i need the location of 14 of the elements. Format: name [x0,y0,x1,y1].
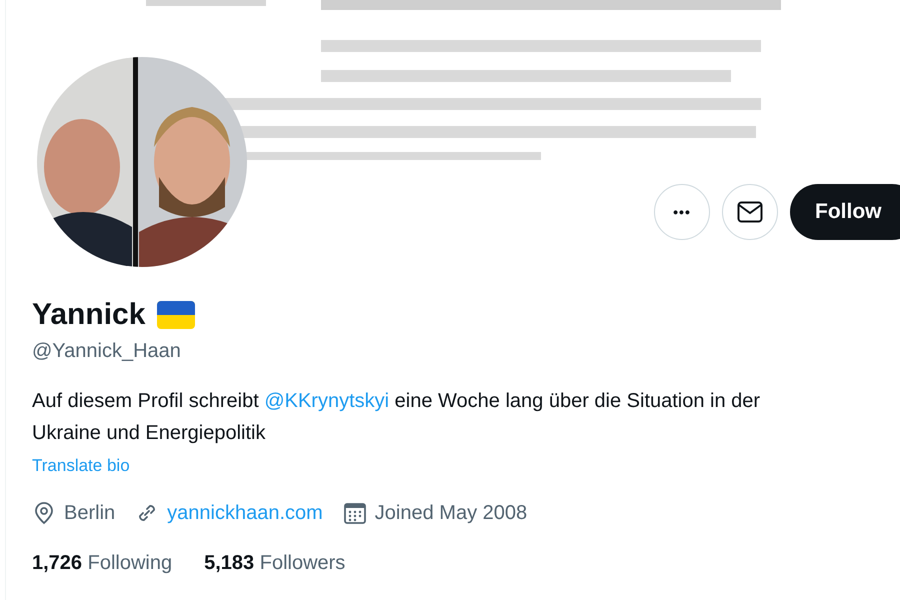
flag-icon [157,301,196,329]
profile-handle: @Yannick_Haan [32,339,182,364]
follow-button[interactable]: Follow [790,184,900,240]
location-text: Berlin [64,501,116,526]
more-button[interactable]: ••• [654,184,710,240]
follow-count-link[interactable]: 1,726 Following [32,548,172,578]
profile-name: Yannick [32,297,146,333]
envelope-icon [737,201,763,223]
follow-count-link[interactable]: 5,183 Followers [204,548,346,578]
calendar-icon [342,501,367,525]
joined-date: Joined May 2008 [374,501,528,526]
profile-bio: Auf diesem Profil schreibt @KKrynytskyi eine Woche lang über die Situation in der Ukraine und Energiepolitik [32,389,762,446]
message-button[interactable] [722,184,778,240]
location-pin-icon [32,501,56,525]
